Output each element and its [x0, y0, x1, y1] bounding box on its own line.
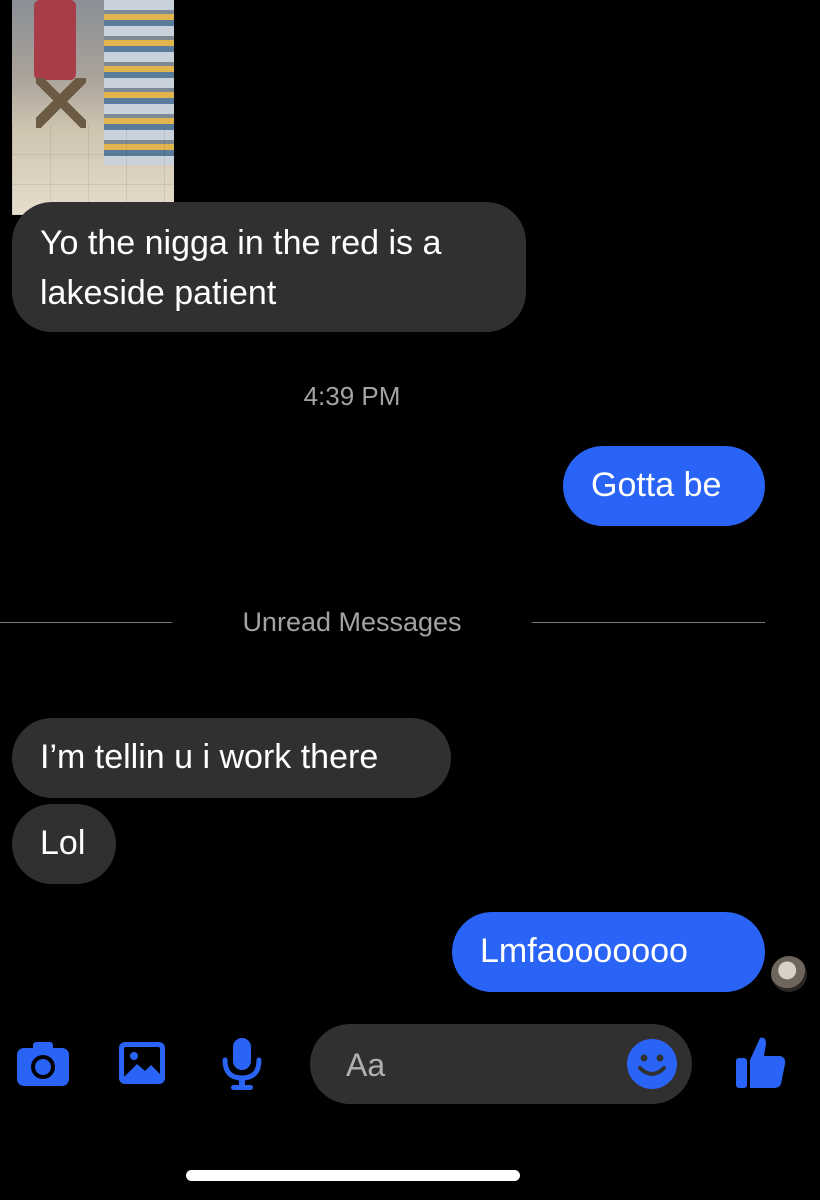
outgoing-message-bubble[interactable]: Lmfaooooooo [452, 912, 765, 992]
emoji-icon[interactable] [626, 1038, 678, 1090]
person-graphic [34, 0, 76, 80]
message-text: Lol [40, 824, 86, 862]
microphone-icon[interactable] [220, 1036, 264, 1092]
message-text: Gotta be [591, 466, 722, 504]
shared-video-thumbnail[interactable] [12, 0, 174, 215]
message-timestamp: 4:39 PM [303, 381, 401, 411]
message-text: Lmfaooooooo [480, 932, 688, 970]
thumbs-up-icon[interactable] [734, 1034, 788, 1090]
seen-avatar [771, 956, 807, 992]
legs-graphic [36, 78, 86, 128]
gallery-icon[interactable] [117, 1040, 167, 1086]
incoming-message-bubble[interactable]: I’m tellin u i work there [12, 718, 451, 798]
message-text: Yo the nigga in the red is a lakeside pa… [40, 224, 442, 312]
incoming-message-bubble[interactable]: Yo the nigga in the red is a lakeside pa… [12, 202, 526, 332]
outgoing-message-bubble[interactable]: Gotta be [563, 446, 765, 526]
incoming-message-bubble[interactable]: Lol [12, 804, 116, 884]
unread-messages-divider: Unread Messages [242, 607, 462, 637]
divider-line-right [532, 622, 765, 623]
camera-icon[interactable] [15, 1040, 71, 1088]
home-indicator [186, 1170, 520, 1181]
message-composer[interactable] [310, 1024, 692, 1104]
divider-line-left [0, 622, 172, 623]
message-text: I’m tellin u i work there [40, 738, 379, 776]
message-input[interactable] [344, 1040, 628, 1090]
